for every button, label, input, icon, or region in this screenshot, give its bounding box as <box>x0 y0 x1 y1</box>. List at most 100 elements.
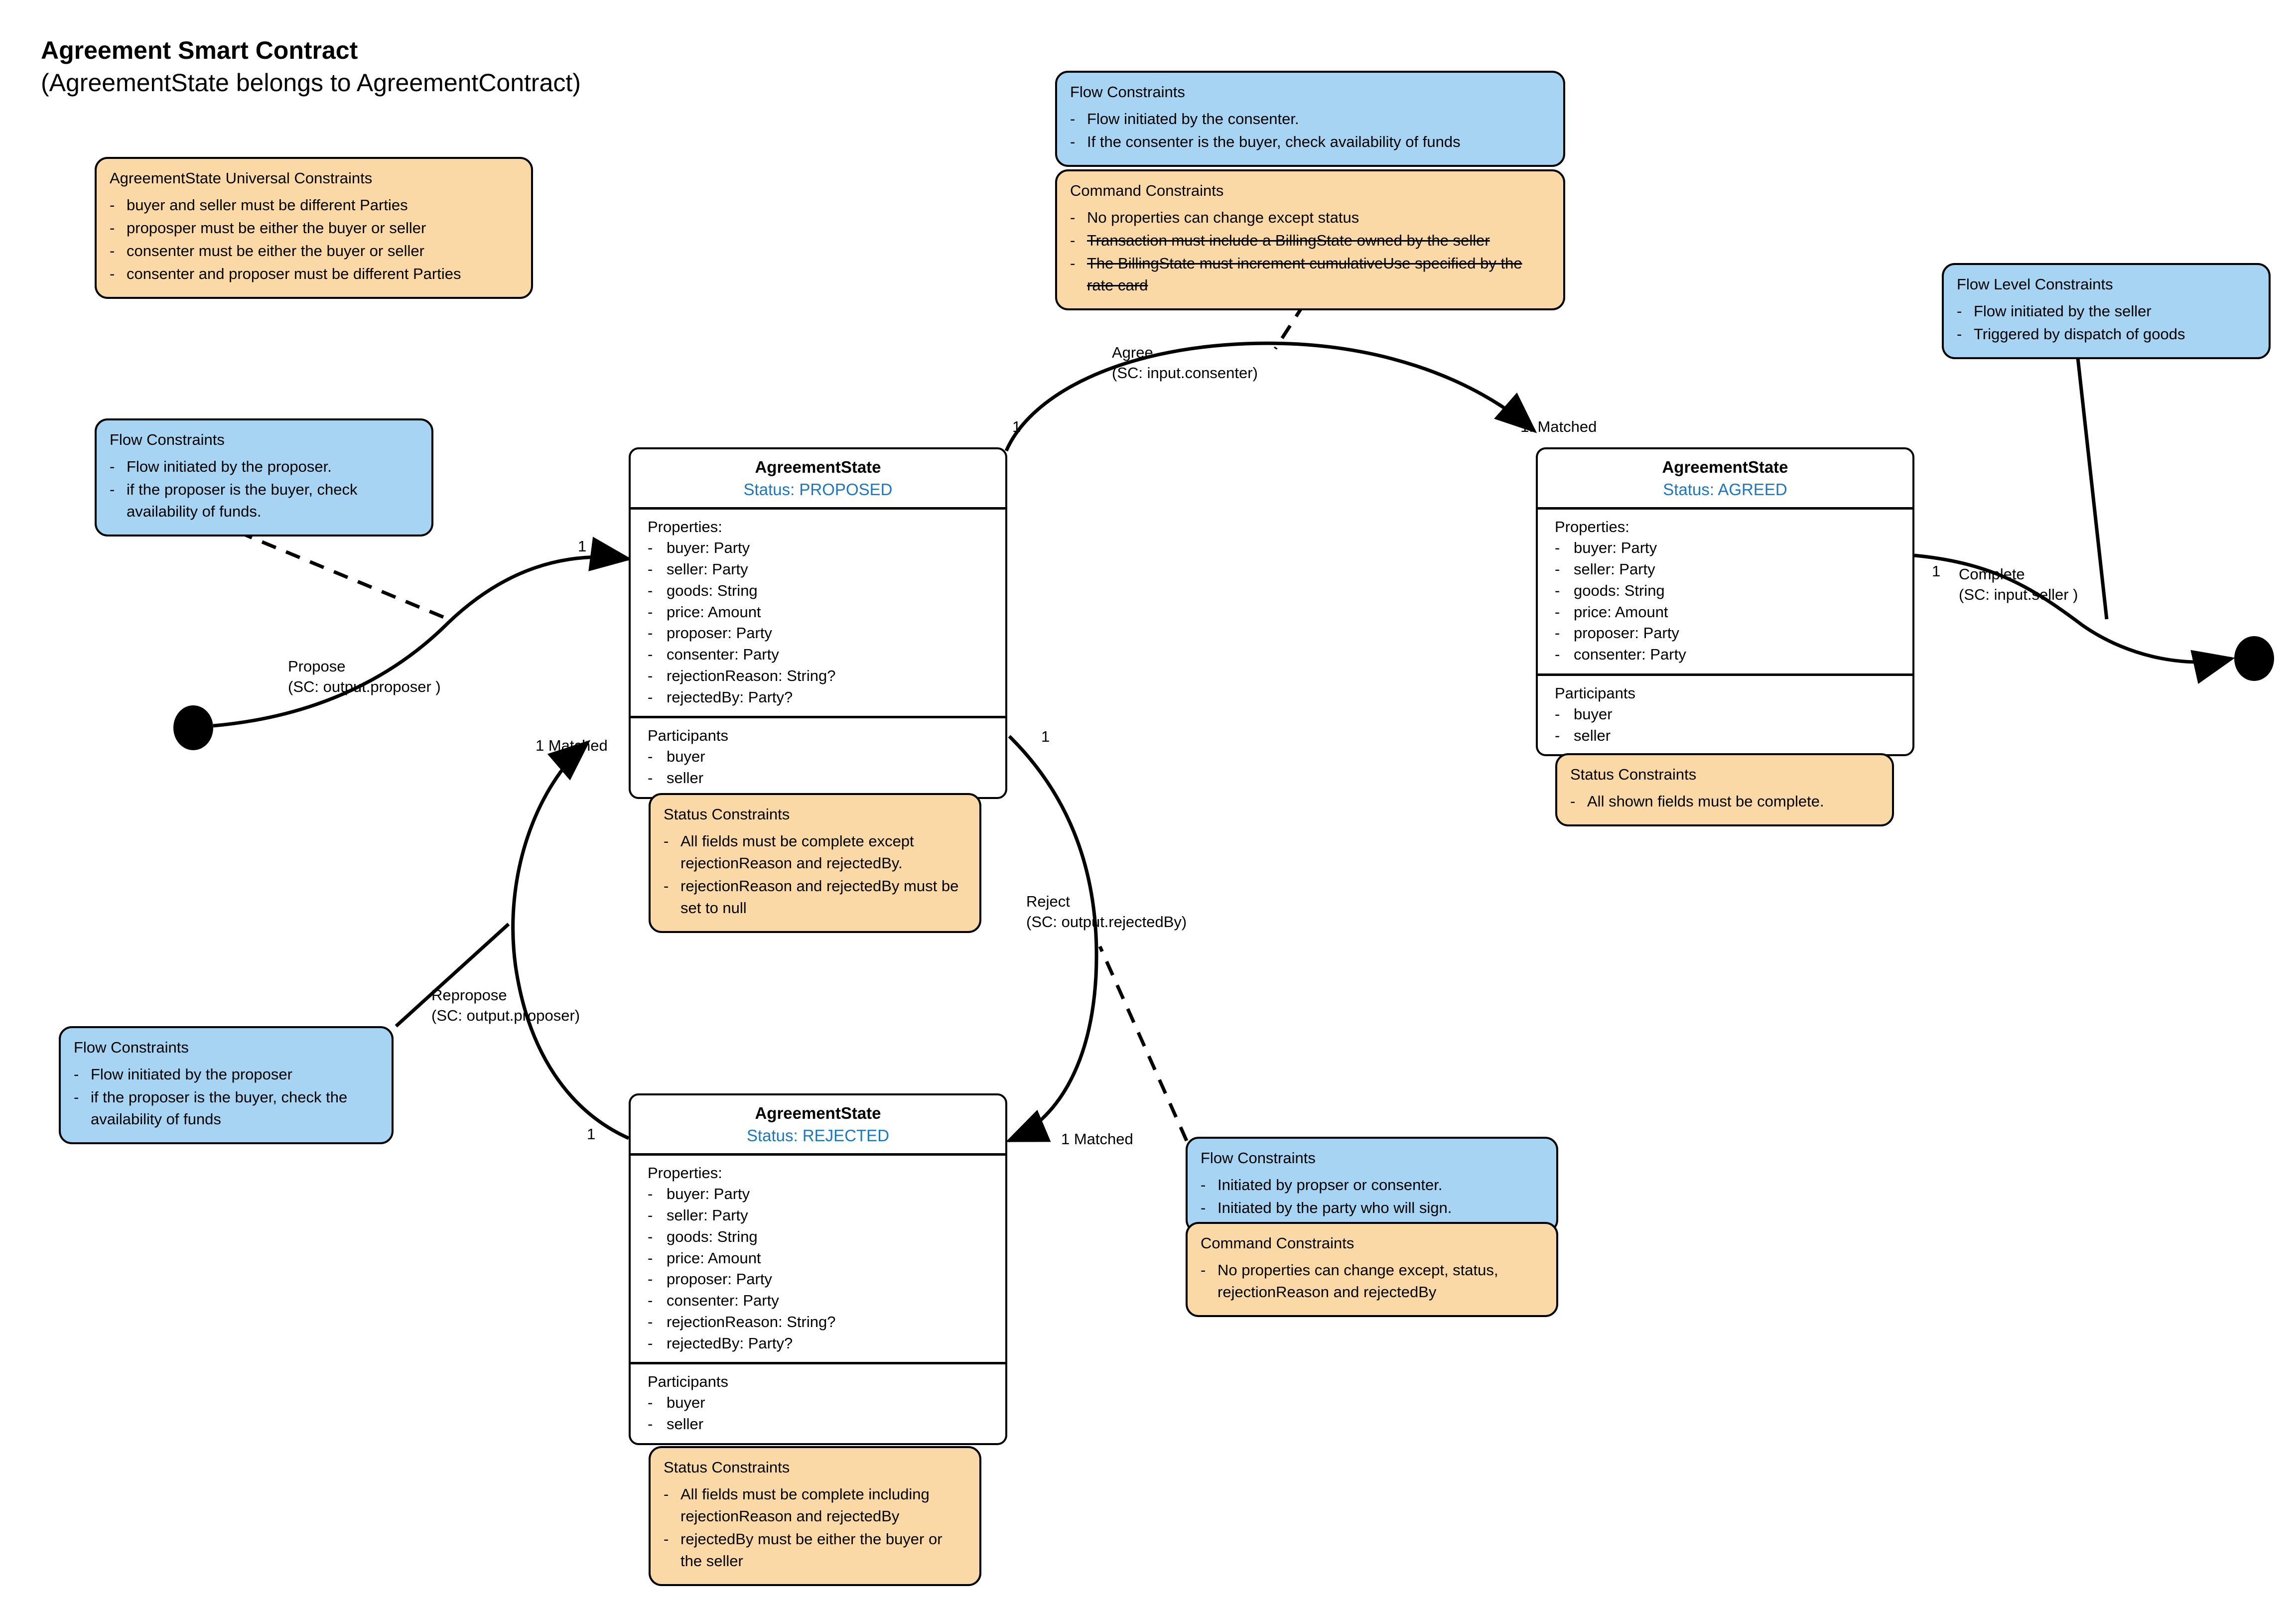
note-item-struck: - Transaction must include a BillingState… <box>1070 230 1550 252</box>
multiplicity-repropose-out: 1 <box>587 1125 596 1143</box>
note-universal-constraints: AgreementState Universal Constraints - bu… <box>95 157 533 299</box>
page-title: Agreement Smart Contract <box>41 36 358 64</box>
bullet-dash: - <box>1070 208 1076 226</box>
transition-label-reject: Reject (SC: output.rejectedBy) <box>1026 892 1187 933</box>
note-title: Flow Constraints <box>1070 83 1185 101</box>
bullet-dash: - <box>648 581 653 599</box>
note-list: - No properties can change except, status… <box>1201 1259 1543 1303</box>
note-title: Command Constraints <box>1070 182 1224 199</box>
property-item: - proposer: Party <box>648 623 1000 644</box>
note-reject-command-constraints: Command Constraints - No properties can c… <box>1186 1222 1558 1317</box>
page-subtitle: (AgreementState belongs to AgreementCont… <box>41 69 581 97</box>
section-label: Participants <box>1555 684 1635 702</box>
participant-item: - buyer <box>648 746 1000 768</box>
note-title: AgreementState Universal Constraints <box>110 169 373 187</box>
bullet-dash: - <box>648 667 653 684</box>
note-list: - Initiated by propser or consenter. - Ini… <box>1201 1174 1543 1219</box>
note-item: - All fields must be complete except reje… <box>664 830 966 874</box>
bullet-dash: - <box>1201 1199 1206 1216</box>
note-title: Flow Constraints <box>74 1039 189 1056</box>
note-link-complete <box>2072 326 2109 620</box>
section-label: Properties: <box>648 1164 722 1182</box>
bullet-dash: - <box>110 242 115 260</box>
state-participants-section: Participants - buyer - seller <box>631 1362 1005 1443</box>
note-list: - Flow initiated by the proposer - if the … <box>74 1064 379 1130</box>
property-item: - rejectedBy: Party? <box>648 687 1000 708</box>
bullet-dash: - <box>648 748 653 766</box>
transition-label-repropose: Repropose (SC: output.proposer) <box>431 985 580 1026</box>
state-name: AgreementState <box>755 458 881 476</box>
section-label: Properties: <box>1555 518 1629 536</box>
state-properties-section: Properties: - buyer: Party - seller: Party… <box>631 510 1005 716</box>
bullet-dash: - <box>648 1249 653 1267</box>
property-item: - goods: String <box>1555 580 1907 602</box>
bullet-dash: - <box>110 265 115 282</box>
edge-repropose <box>511 740 630 1140</box>
state-participants-section: Participants - buyer - seller <box>631 716 1005 797</box>
participant-item: - buyer <box>648 1392 1000 1414</box>
state-header: AgreementState Status: PROPOSED <box>631 449 1005 510</box>
property-item: - goods: String <box>648 580 1000 602</box>
note-agree-flow-constraints: Flow Constraints - Flow initiated by the … <box>1055 71 1565 167</box>
bullet-dash: - <box>1570 792 1576 810</box>
initial-state-node <box>173 705 213 750</box>
property-item: - rejectedBy: Party? <box>648 1333 1000 1354</box>
property-item: - proposer: Party <box>1555 623 1907 644</box>
bullet-dash: - <box>648 646 653 664</box>
bullet-dash: - <box>1555 726 1560 744</box>
note-title: Status Constraints <box>1570 766 1697 783</box>
note-item: - Triggered by dispatch of goods <box>1957 323 2256 345</box>
section-label: Participants <box>648 727 728 745</box>
property-item: - buyer: Party <box>648 1184 1000 1205</box>
transition-name: Reject <box>1026 893 1070 910</box>
bullet-dash: - <box>1957 325 1962 343</box>
bullet-dash: - <box>648 1270 653 1288</box>
participant-item: - seller <box>648 768 1000 789</box>
property-item: - consenter: Party <box>648 1290 1000 1312</box>
bullet-dash: - <box>648 1394 653 1412</box>
bullet-dash: - <box>1555 603 1560 621</box>
note-list: - Flow initiated by the proposer. - if the… <box>110 456 418 523</box>
state-header: AgreementState Status: REJECTED <box>631 1095 1005 1156</box>
bullet-dash: - <box>110 457 115 475</box>
edge-agree <box>1004 341 1537 452</box>
bullet-dash: - <box>1957 302 1962 320</box>
state-proposed: AgreementState Status: PROPOSED Properti… <box>629 447 1007 799</box>
note-link-propose <box>213 520 452 622</box>
note-title: Flow Constraints <box>1201 1149 1316 1167</box>
bullet-dash: - <box>648 539 653 557</box>
note-propose-flow-constraints: Flow Constraints - Flow initiated by the … <box>95 418 433 536</box>
transition-name: Complete <box>1959 565 2025 583</box>
bullet-dash: - <box>648 1206 653 1224</box>
note-title: Command Constraints <box>1201 1234 1354 1252</box>
section-label: Participants <box>648 1373 728 1391</box>
bullet-dash: - <box>648 1227 653 1245</box>
note-item: - consenter must be either the buyer or s… <box>110 240 518 262</box>
note-title: Status Constraints <box>664 1459 790 1476</box>
note-list: - All shown fields must be complete. <box>1570 791 1879 812</box>
note-item: - buyer and seller must be different Part… <box>110 194 518 216</box>
note-list: - Flow initiated by the seller - Triggered… <box>1957 300 2256 345</box>
property-item: - proposer: Party <box>648 1269 1000 1290</box>
note-agree-command-constraints: Command Constraints - No properties can c… <box>1055 169 1565 310</box>
property-item: - goods: String <box>648 1226 1000 1248</box>
bullet-dash: - <box>1555 581 1560 599</box>
note-item: - All shown fields must be complete. <box>1570 791 1879 812</box>
state-agreed: AgreementState Status: AGREED Properties… <box>1536 447 1914 757</box>
multiplicity-complete-out: 1 <box>1932 562 1941 580</box>
bullet-dash: - <box>110 219 115 237</box>
bullet-dash: - <box>664 1530 669 1548</box>
bullet-dash: - <box>1070 133 1076 150</box>
state-status: Status: PROPOSED <box>743 480 893 499</box>
bullet-dash: - <box>110 480 115 498</box>
bullet-dash: - <box>648 560 653 578</box>
property-item: - price: Amount <box>1555 602 1907 623</box>
edge-propose <box>213 536 632 728</box>
note-item: - rejectionReason and rejectedBy must be … <box>664 875 966 919</box>
property-item: - price: Amount <box>648 602 1000 623</box>
note-item: - Flow initiated by the proposer. <box>110 456 418 478</box>
property-item: - consenter: Party <box>648 644 1000 666</box>
bullet-dash: - <box>1555 539 1560 557</box>
bullet-dash: - <box>664 877 669 895</box>
bullet-dash: - <box>74 1088 79 1106</box>
